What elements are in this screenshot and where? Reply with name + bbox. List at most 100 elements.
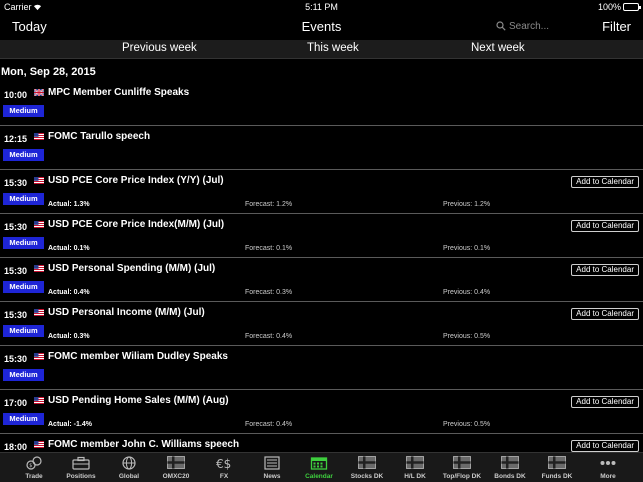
tab-bonds-dk[interactable]: Bonds DK [487,453,533,482]
tab-omxc20[interactable]: OMXC20 [153,453,199,482]
event-row[interactable]: 12:15 FOMC Tarullo speech Medium [0,126,643,170]
filter-button[interactable]: Filter [602,19,631,34]
search-placeholder: Search... [509,21,550,32]
tab-h-l-dk[interactable]: H/L DK [392,453,438,482]
more-dots-icon [600,461,616,465]
event-title: MPC Member Cunliffe Speaks [48,87,190,98]
event-title: FOMC Tarullo speech [48,131,151,142]
event-time: 15:30 [4,266,28,276]
tab-more[interactable]: More [585,453,631,482]
event-time: 15:30 [4,354,28,364]
actual-value: Actual: 0.4% [48,289,90,296]
previous-value: Previous: 0.5% [443,333,491,340]
impact-badge: Medium [3,105,44,117]
forecast-value: Forecast: 0.3% [245,289,293,296]
search-icon [496,21,506,31]
battery-icon [623,3,641,11]
search-field[interactable]: Search... [494,20,584,34]
today-button[interactable]: Today [12,19,47,34]
tab-label: Stocks DK [350,473,384,480]
tab-label: Calendar [305,473,333,480]
tab-label: H/L DK [404,473,426,480]
tab-label: OMXC20 [162,473,190,480]
event-row[interactable]: 18:00 FOMC member John C. Williams speech… [0,434,643,452]
impact-badge: Medium [3,369,44,381]
tab-label: Trade [25,473,43,480]
tab-stocks-dk[interactable]: Stocks DK [344,453,390,482]
previous-week-tab[interactable]: Previous week [122,42,197,54]
event-time: 18:00 [4,442,28,452]
status-time: 5:11 PM [305,2,338,12]
battery-percent: 100% [597,2,621,12]
add-to-calendar-button[interactable]: Add to Calendar [571,396,639,408]
danish-flag-icon [167,456,185,469]
forecast-value: Forecast: 0.4% [245,421,293,428]
tab-top-flop-dk[interactable]: Top/Flop DK [439,453,485,482]
us-flag-icon [34,265,44,272]
danish-flag-icon [358,456,376,469]
us-flag-icon [34,309,44,316]
event-time: 15:30 [4,178,28,188]
tab-label: FX [219,473,229,480]
impact-badge: Medium [3,325,44,337]
event-row[interactable]: 17:00 USD Pending Home Sales (M/M) (Aug) M… [0,390,643,434]
add-to-calendar-button[interactable]: Add to Calendar [571,220,639,232]
actual-value: Actual: 1.3% [48,201,90,208]
this-week-tab[interactable]: This week [307,42,359,54]
event-title: FOMC member John C. Williams speech [48,439,240,450]
tab-label: Bonds DK [494,473,526,480]
svg-text:$: $ [29,463,32,469]
globe-icon [122,456,136,470]
newspaper-icon [264,456,280,470]
event-row[interactable]: 15:30 USD Personal Income (M/M) (Jul) Medi… [0,302,643,346]
us-flag-icon [34,133,44,140]
impact-badge: Medium [3,237,44,249]
previous-value: Previous: 0.1% [443,245,491,252]
tab-funds-dk[interactable]: Funds DK [534,453,580,482]
danish-flag-icon [548,456,566,469]
event-title: USD Personal Spending (M/M) (Jul) [48,263,216,274]
add-to-calendar-button[interactable]: Add to Calendar [571,264,639,276]
add-to-calendar-button[interactable]: Add to Calendar [571,176,639,188]
svg-text:€$: €$ [216,457,231,470]
impact-badge: Medium [3,193,44,205]
status-bar: Carrier 5:11 PM 100% [0,0,643,14]
us-flag-icon [34,441,44,448]
event-row[interactable]: 15:30 FOMC member Wiliam Dudley Speaks Med… [0,346,643,390]
tab-global[interactable]: Global [106,453,152,482]
next-week-tab[interactable]: Next week [471,42,525,54]
event-time: 10:00 [4,90,28,100]
actual-value: Actual: 0.1% [48,245,90,252]
event-title: USD Personal Income (M/M) (Jul) [48,307,205,318]
event-time: 15:30 [4,310,28,320]
tab-label: Top/Flop DK [442,473,482,480]
event-row[interactable]: 10:00 MPC Member Cunliffe Speaks Medium [0,82,643,126]
danish-flag-icon [453,456,471,469]
event-row[interactable]: 15:30 USD Personal Spending (M/M) (Jul) Me… [0,258,643,302]
calendar-icon [310,457,328,470]
event-title: FOMC member Wiliam Dudley Speaks [48,351,228,362]
tab-label: Funds DK [541,473,573,480]
danish-flag-icon [406,456,424,469]
tab-positions[interactable]: Positions [58,453,104,482]
tab-news[interactable]: News [249,453,295,482]
tab-label: News [263,473,281,480]
uk-flag-icon [34,89,44,96]
trade-icon: $ [26,456,42,470]
briefcase-icon [72,456,90,470]
event-title: USD PCE Core Price Index(M/M) (Jul) [48,219,225,230]
event-row[interactable]: 15:30 USD PCE Core Price Index(M/M) (Jul)… [0,214,643,258]
tab-trade[interactable]: $ Trade [11,453,57,482]
previous-value: Previous: 1.2% [443,201,491,208]
forecast-value: Forecast: 0.1% [245,245,293,252]
events-list[interactable]: 10:00 MPC Member Cunliffe Speaks Medium 12:… [0,82,643,452]
us-flag-icon [34,397,44,404]
tab-fx[interactable]: €$ FX [201,453,247,482]
previous-value: Previous: 0.5% [443,421,491,428]
add-to-calendar-button[interactable]: Add to Calendar [571,308,639,320]
add-to-calendar-button[interactable]: Add to Calendar [571,440,639,452]
forecast-value: Forecast: 1.2% [245,201,293,208]
event-row[interactable]: 15:30 USD PCE Core Price Index (Y/Y) (Jul… [0,170,643,214]
tab-calendar[interactable]: Calendar [296,453,342,482]
actual-value: Actual: 0.3% [48,333,90,340]
